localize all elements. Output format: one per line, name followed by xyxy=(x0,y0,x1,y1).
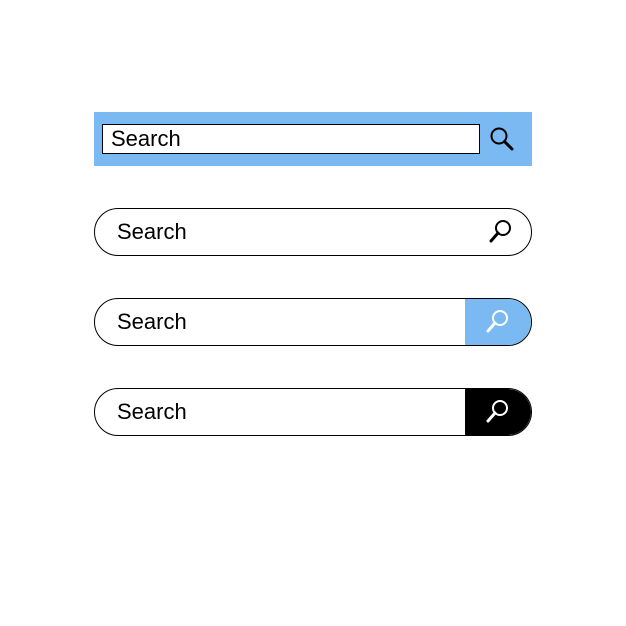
magnifier-icon xyxy=(485,309,511,335)
magnifier-icon xyxy=(488,219,514,245)
search-placeholder: Search xyxy=(117,219,481,245)
search-placeholder: Search xyxy=(117,309,465,335)
search-input[interactable]: Search xyxy=(102,124,480,154)
search-button[interactable] xyxy=(465,389,531,435)
search-bar-pill-plain[interactable]: Search xyxy=(94,208,532,256)
magnifier-icon xyxy=(485,399,511,425)
search-placeholder: Search xyxy=(117,399,465,425)
search-bar-rectangular-blue: Search xyxy=(94,112,532,166)
search-bar-pill-blue-cap[interactable]: Search xyxy=(94,298,532,346)
search-bar-pill-black-cap[interactable]: Search xyxy=(94,388,532,436)
search-placeholder: Search xyxy=(111,126,181,152)
magnifier-icon xyxy=(489,126,515,152)
search-button[interactable] xyxy=(480,120,524,158)
search-button[interactable] xyxy=(465,299,531,345)
search-button[interactable] xyxy=(481,219,521,245)
